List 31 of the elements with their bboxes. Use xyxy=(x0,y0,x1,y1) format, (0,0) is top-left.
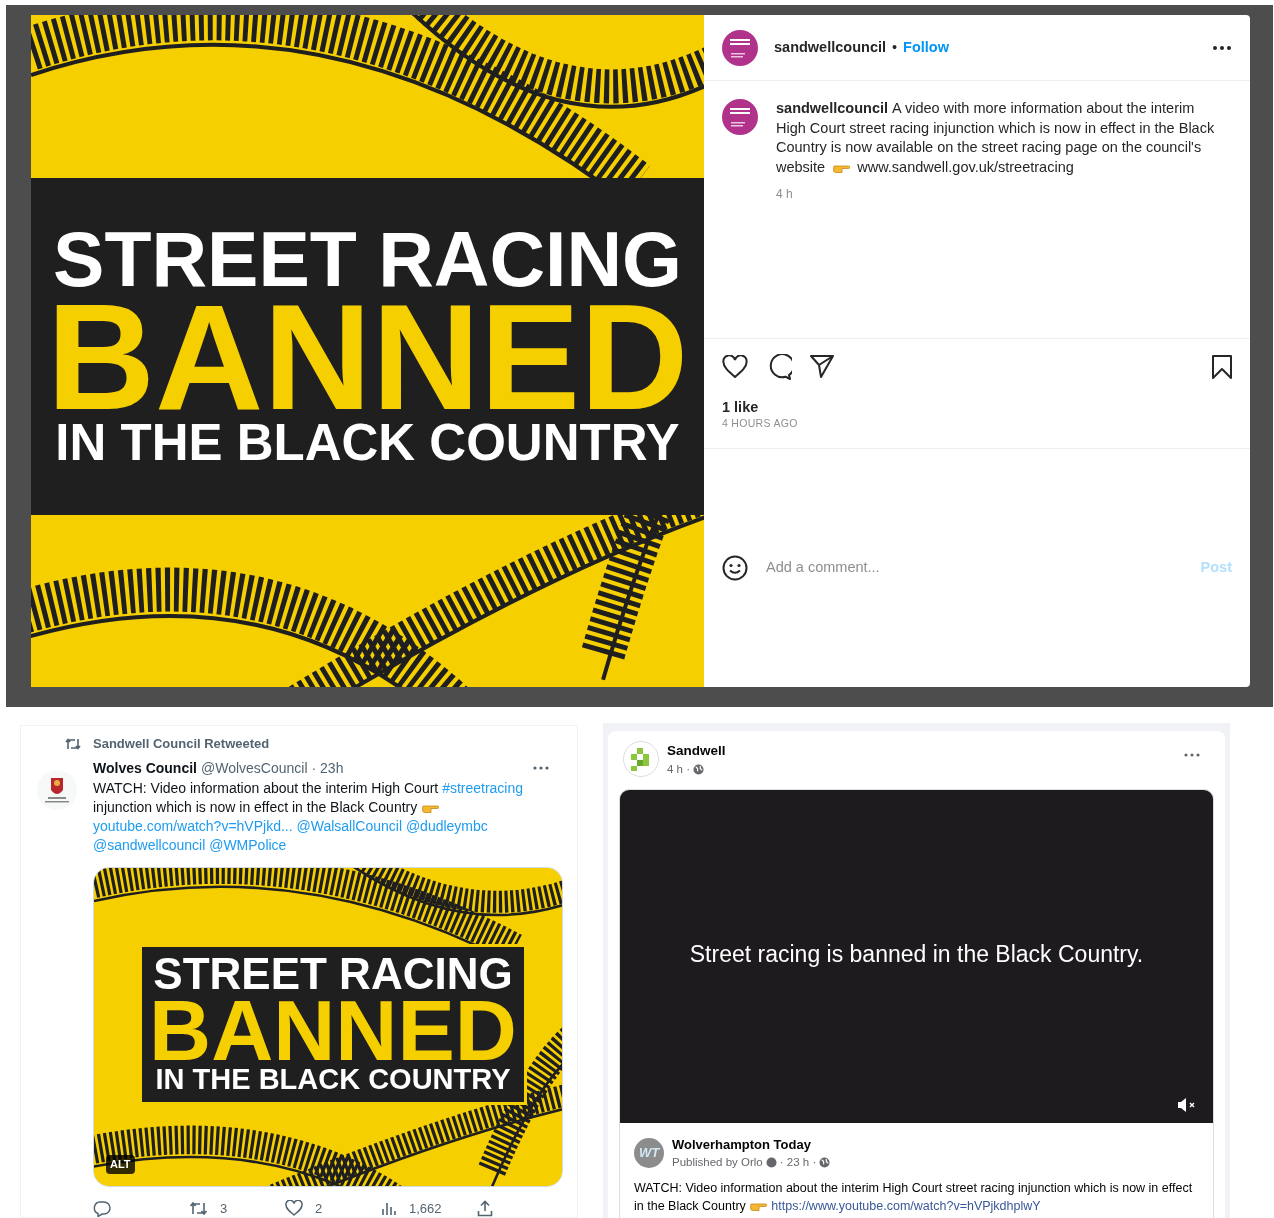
tweet-time[interactable]: · 23h xyxy=(311,757,344,779)
video-player[interactable]: Street racing is banned in the Black Country. xyxy=(620,789,1213,1123)
banner-heading: STREET RACING xyxy=(153,956,513,992)
author-name[interactable]: Wolves Council xyxy=(93,757,197,779)
banner-heading: IN THE BLACK COUNTRY xyxy=(155,1068,511,1092)
like-count[interactable]: 1 like xyxy=(722,397,1232,416)
alt-badge[interactable]: ALT xyxy=(106,1155,135,1174)
stat-count: 1,662 xyxy=(409,1199,442,1218)
page-name[interactable]: Sandwell xyxy=(667,741,726,762)
stat-count: 3 xyxy=(220,1199,228,1218)
link[interactable]: https://www.youtube.com/watch?v=hVPjkdhplwY xyxy=(771,1199,1041,1214)
post-time[interactable]: · 23 h · xyxy=(779,1154,817,1172)
post-date: 4 HOURS AGO xyxy=(722,415,799,431)
post-time[interactable]: 4 h · xyxy=(667,761,690,779)
separator: • xyxy=(892,37,898,57)
banner-heading: STREET RACING xyxy=(53,229,682,291)
timestamp: 4 h xyxy=(776,186,794,203)
post-text: WATCH: Video information about the interim High Court street racing injunction which is now in effect in the Black Country https://www.youtube.com/watch?v=hVPjkdhplwY xyxy=(634,1180,1194,1216)
tweet-text: WATCH: Video information about the interim High Court #streetracing injunction which is now in effect in the Black Country youtube.com/watch?v=hVPjkd... @WalsallCouncil @dudleymbc @sandwellcouncil @WMPolice xyxy=(93,778,525,855)
author-handle[interactable]: @WolvesCouncil xyxy=(201,757,308,779)
banner-heading: BANNED xyxy=(46,296,689,417)
caption: sandwellcouncil A video with more information about the interim High Court street racing injunction which is now in effect in the Black Country is now available on the street racing page on the council's website www.sandwell.gov.uk/streetracing xyxy=(776,99,1216,177)
banner-heading: IN THE BLACK COUNTRY xyxy=(55,422,680,464)
username[interactable]: sandwellcouncil xyxy=(774,36,886,59)
follow-link[interactable]: Follow xyxy=(903,36,949,59)
source-name[interactable]: Wolverhampton Today xyxy=(672,1134,831,1154)
stat-count: 2 xyxy=(315,1199,323,1218)
video-caption: Street racing is banned in the Black Country. xyxy=(689,940,1144,970)
banner-heading: BANNED xyxy=(149,995,517,1065)
publisher-label: Published by Orlo xyxy=(672,1155,763,1170)
retweet-label: Sandwell Council Retweeted xyxy=(93,735,270,753)
